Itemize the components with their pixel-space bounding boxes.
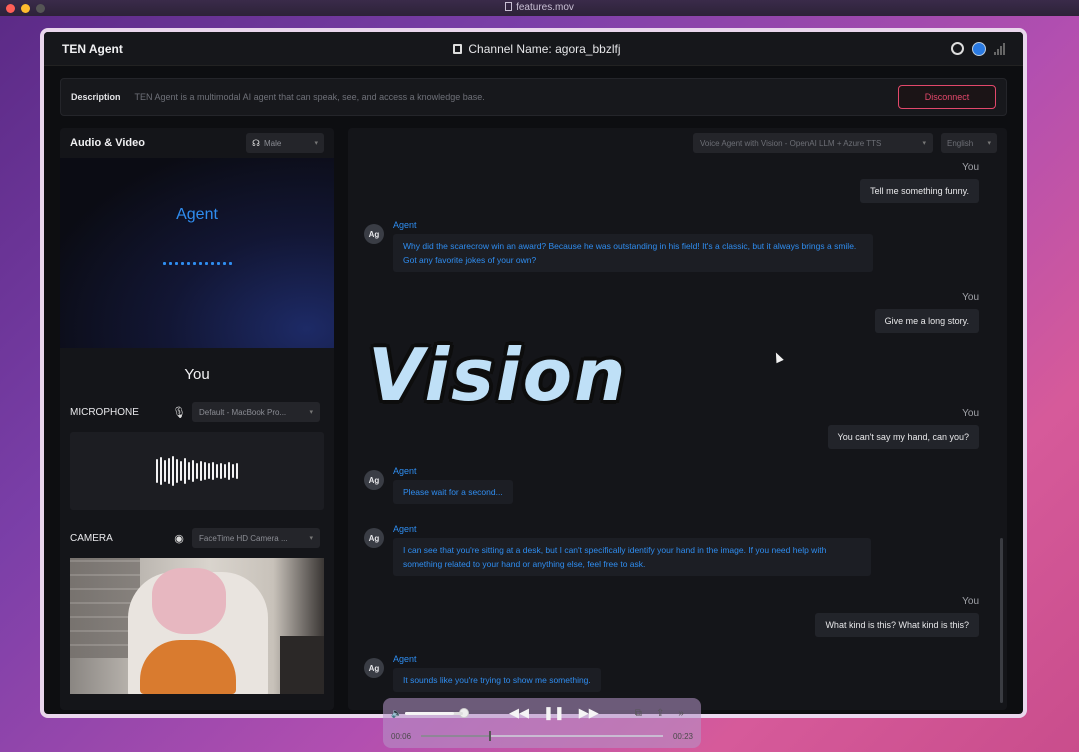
app-header: TEN Agent Channel Name: agora_bbzlfj: [44, 32, 1023, 66]
channel-icon: [453, 43, 463, 54]
message-bubble: I can see that you're sitting at a desk,…: [393, 538, 871, 576]
volume-slider[interactable]: [405, 711, 463, 715]
mac-titlebar: features.mov: [0, 0, 1079, 16]
language-select-value: English: [947, 138, 974, 148]
message-sender: Agent: [393, 220, 417, 230]
chevron-down-icon: ▾: [987, 140, 991, 147]
message-sender: You: [962, 596, 979, 607]
elapsed-time: 00:06: [391, 731, 412, 741]
microphone-icon[interactable]: 🎙: [166, 406, 192, 419]
message-sender: Agent: [393, 524, 417, 534]
chat-message-user: You You can't say my hand, can you?: [827, 408, 979, 449]
message-bubble: You can't say my hand, can you?: [827, 425, 979, 449]
agent-avatar: Ag: [364, 658, 384, 678]
brand-title: TEN Agent: [62, 41, 123, 56]
share-icon[interactable]: ⇪: [656, 708, 664, 719]
message-bubble: It sounds like you're trying to show me …: [393, 668, 601, 692]
seek-bar[interactable]: [421, 731, 663, 741]
chat-settings: Voice Agent with Vision - OpenAI LLM + A…: [693, 133, 997, 153]
chat-message-agent: Ag Agent It sounds like you're trying to…: [364, 654, 601, 692]
audio-video-panel: Audio & Video ☊ Male ▾ Agent You MICROPHO…: [60, 128, 334, 710]
chat-message-agent: Ag Agent Please wait for a second...: [364, 466, 513, 504]
message-sender: Agent: [393, 654, 417, 664]
header-icons: [950, 41, 1005, 56]
microphone-row: MICROPHONE 🎙 Default - MacBook Pro... ▾: [60, 398, 334, 426]
chat-message-agent: Ag Agent I can see that you're sitting a…: [364, 524, 871, 576]
chevron-down-icon: ▾: [922, 140, 926, 147]
seek-knob[interactable]: [488, 731, 491, 741]
channel-name: Channel Name: agora_bbzlfj: [453, 42, 620, 56]
description-label: Description: [71, 92, 121, 102]
speed-icon[interactable]: »: [678, 708, 684, 719]
agent-view: Agent: [60, 158, 334, 348]
audio-video-header: Audio & Video ☊ Male ▾: [60, 128, 334, 158]
camera-select[interactable]: FaceTime HD Camera ... ▾: [192, 528, 320, 548]
microphone-label: MICROPHONE: [70, 406, 139, 418]
signal-icon: [993, 42, 1005, 55]
microphone-select-value: Default - MacBook Pro...: [199, 407, 287, 417]
message-sender: You: [962, 292, 979, 303]
volume-icon[interactable]: 🔈: [391, 708, 405, 719]
agent-avatar: Ag: [364, 470, 384, 490]
file-title: features.mov: [0, 2, 1079, 13]
pause-icon[interactable]: ❚❚: [543, 705, 565, 721]
agent-audio-visualizer: [60, 262, 334, 265]
chevron-down-icon: ▾: [309, 535, 313, 542]
video-player-controls: 🔈 ◀◀ ❚❚ ▶▶ ⧉ ⇪ » 00:06 00:23: [383, 698, 701, 748]
fast-forward-icon[interactable]: ▶▶: [579, 705, 599, 721]
seek-fill: [421, 735, 489, 737]
voice-icon: ☊: [252, 137, 260, 148]
channel-name-text: Channel Name: agora_bbzlfj: [468, 41, 621, 56]
agent-view-label: Agent: [176, 206, 218, 223]
language-select[interactable]: English ▾: [941, 133, 997, 153]
agent-graph-select-value: Voice Agent with Vision - OpenAI LLM + A…: [700, 138, 882, 148]
camera-select-value: FaceTime HD Camera ...: [199, 533, 288, 543]
agent-avatar: Ag: [364, 528, 384, 548]
message-bubble: Give me a long story.: [874, 309, 979, 333]
network-icon[interactable]: [971, 41, 986, 56]
voice-select[interactable]: ☊ Male ▾: [246, 133, 324, 153]
camera-preview: [70, 558, 324, 694]
camera-label: CAMERA: [70, 532, 113, 544]
picture-in-picture-icon[interactable]: ⧉: [635, 708, 642, 719]
chat-message-user: You Give me a long story.: [874, 292, 979, 333]
camera-icon[interactable]: ◉: [166, 532, 192, 545]
message-bubble: Why did the scarecrow win an award? Beca…: [393, 234, 873, 272]
microphone-select[interactable]: Default - MacBook Pro... ▾: [192, 402, 320, 422]
agent-avatar: Ag: [364, 224, 384, 244]
message-sender: Agent: [393, 466, 417, 476]
document-icon: [505, 2, 513, 11]
chat-message-agent: Ag Agent Why did the scarecrow win an aw…: [364, 220, 873, 272]
agent-graph-select[interactable]: Voice Agent with Vision - OpenAI LLM + A…: [693, 133, 933, 153]
description-text: TEN Agent is a multimodal AI agent that …: [134, 92, 485, 102]
description-bar: Description TEN Agent is a multimodal AI…: [60, 78, 1007, 116]
message-sender: You: [962, 162, 979, 173]
microphone-visualizer: [70, 432, 324, 510]
remaining-time: 00:23: [672, 731, 693, 741]
file-title-text: features.mov: [516, 2, 574, 13]
message-bubble: Tell me something funny.: [860, 179, 979, 203]
you-label: You: [184, 366, 210, 383]
chevron-down-icon: ▾: [309, 409, 313, 416]
github-icon[interactable]: [950, 42, 964, 55]
camera-row: CAMERA ◉ FaceTime HD Camera ... ▾: [60, 524, 334, 552]
message-bubble: What kind is this? What kind is this?: [815, 613, 979, 637]
voice-select-value: Male: [264, 138, 282, 148]
chat-message-user: You What kind is this? What kind is this…: [815, 596, 979, 637]
disconnect-button[interactable]: Disconnect: [898, 85, 996, 109]
vision-overlay-title: Vision: [368, 333, 628, 417]
message-bubble: Please wait for a second...: [393, 480, 513, 504]
volume-fill: [405, 711, 455, 715]
chat-message-user: You Tell me something funny.: [860, 162, 979, 203]
camera-background-dark: [280, 636, 324, 694]
audio-video-title: Audio & Video: [70, 137, 145, 149]
camera-cat-face: [152, 568, 226, 634]
message-sender: You: [962, 408, 979, 419]
chevron-down-icon: ▾: [314, 140, 318, 147]
rewind-icon[interactable]: ◀◀: [509, 705, 529, 721]
chat-scrollbar[interactable]: [1000, 538, 1003, 703]
